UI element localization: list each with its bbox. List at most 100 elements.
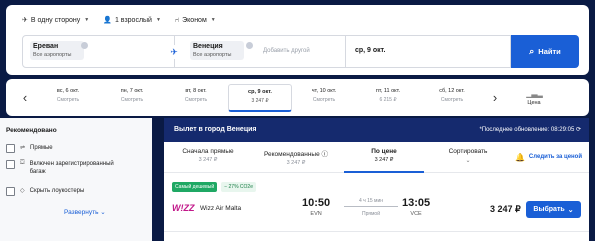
departure: 10:50 EVN (302, 197, 330, 217)
passengers-select[interactable]: 👤 1 взрослый ▼ (103, 16, 161, 25)
filter-lowcost[interactable]: ◇ Скрыть лоукостеры (6, 187, 84, 196)
filter-checkbox[interactable] (6, 187, 15, 196)
date-option[interactable]: пт, 11 окт. 6 215 ₽ (356, 84, 420, 112)
sort-dropdown[interactable]: Сортировать ⌄ (428, 142, 508, 172)
search-panel: ✈ В одну сторону ▼ 👤 1 взрослый ▼ ⑁ Экон… (6, 5, 589, 75)
airline-name: Wizz Air Malta (200, 205, 242, 212)
chevron-down-icon: ⌄ (465, 158, 471, 164)
expand-filters-link[interactable]: Развернуть ⌄ (64, 208, 106, 216)
date-option[interactable]: чт, 10 окт. Смотреть (292, 84, 356, 112)
sort-label: Сначала прямые (182, 148, 234, 155)
date-option[interactable]: вт, 8 окт. Смотреть (164, 84, 228, 112)
search-icon: ⌕ (529, 46, 535, 56)
date-option-price: Смотреть (312, 96, 336, 103)
date-option-date: чт, 10 окт. (311, 87, 337, 94)
sort-bar: Сначала прямые 3 247 ₽ Рекомендованные ⓘ… (164, 142, 589, 173)
cabin-class-label: Эконом (182, 16, 207, 24)
destination-airports: Все аэропорты (193, 52, 232, 58)
last-updated: *Последнее обновление: 08:29:05 ⟳ (479, 126, 581, 133)
route-line (344, 206, 398, 207)
passengers-label: 1 взрослый (114, 16, 152, 24)
choose-flight-button[interactable]: Выбрать ⌄ (526, 201, 581, 218)
sort-price: 3 247 ₽ (286, 160, 306, 166)
date-option-price: Смотреть (440, 96, 464, 103)
person-icon: 👤 (103, 17, 112, 24)
flight-duration: 4 ч 15 мин Прямой (344, 198, 398, 217)
filter-checkbox[interactable] (6, 144, 15, 153)
cheapest-badge: Самый дешевый (172, 182, 218, 192)
sort-label: Рекомендованные ⓘ (263, 151, 329, 158)
date-option-date: вт, 8 окт. (185, 87, 207, 94)
seat-icon: ⑁ (174, 16, 180, 24)
sort-direct-first[interactable]: Сначала прямые 3 247 ₽ (164, 142, 252, 172)
arrival-airport: VCE (410, 211, 422, 217)
price-graph-button[interactable]: ▁▃▂ Цена (514, 89, 554, 106)
search-options: ✈ В одну сторону ▼ 👤 1 взрослый ▼ ⑁ Экон… (22, 16, 216, 25)
date-option[interactable]: сб, 12 окт. Смотреть (420, 84, 484, 112)
track-price-label: Следить за ценой (528, 154, 583, 160)
track-price-button[interactable]: 🔔 Следить за ценой (508, 142, 589, 172)
duration-text: 4 ч 15 мин (358, 198, 384, 204)
flight-price: 3 247 ₽ (490, 204, 521, 214)
stops-text: Прямой (361, 211, 381, 217)
price-graph-label: Цена (527, 100, 541, 106)
date-value: ср, 9 окт. (355, 47, 386, 54)
add-destination-input[interactable]: Добавить другой (263, 48, 310, 54)
results-title: Вылет в город Венеция (174, 126, 257, 133)
filter-baggage[interactable]: ⛋ Включен зарегистрированный багаж (6, 160, 116, 176)
departure-airport: EVN (310, 211, 322, 217)
sort-by-price[interactable]: По цене 3 247 ₽ (340, 142, 428, 173)
chevron-down-icon: ⌄ (567, 206, 574, 214)
find-button[interactable]: ⌕ Найти (511, 35, 579, 68)
chevron-down-icon: ▼ (210, 17, 216, 23)
choose-label: Выбрать (533, 206, 565, 213)
sort-recommended[interactable]: Рекомендованные ⓘ 3 247 ₽ (252, 142, 340, 172)
cabin-class-select[interactable]: ⑁ Эконом ▼ (175, 16, 216, 24)
sort-price: 3 247 ₽ (374, 157, 394, 163)
plane-icon: ✈ (22, 17, 28, 24)
plane-icon: ✈ (170, 46, 178, 57)
filter-label: Прямые (30, 145, 53, 151)
filter-checkbox[interactable] (6, 160, 15, 169)
date-option-date: пн, 7 окт. (120, 87, 144, 94)
origin-chip[interactable]: Ереван Все аэропорты (30, 41, 85, 60)
date-option-date: пт, 11 окт. (375, 87, 401, 94)
origin-city: Ереван (33, 43, 59, 50)
destination-chip[interactable]: Венеция Все аэропорты (190, 41, 245, 60)
date-option[interactable]: пн, 7 окт. Смотреть (100, 84, 164, 112)
origin-field[interactable]: Ереван Все аэропорты (22, 35, 175, 68)
luggage-icon: ⛋ (20, 160, 25, 166)
airline-logo: W!ZZ (172, 203, 195, 213)
tag-icon: ◇ (20, 188, 25, 194)
date-option[interactable]: вс, 6 окт. Смотреть (36, 84, 100, 112)
co2-badge: − 27% CO2e (221, 182, 256, 192)
sort-dropdown-label: Сортировать (448, 148, 488, 155)
route-icon: ⇌ (20, 145, 26, 151)
date-option-selected[interactable]: ср, 9 окт. 3 247 ₽ (228, 83, 292, 112)
flight-card[interactable]: W!ZZ Wizz Air Malta 10:50 EVN 4 ч 15 мин… (172, 196, 581, 228)
trip-type-select[interactable]: ✈ В одну сторону ▼ (22, 16, 90, 25)
date-option-price: 3 247 ₽ (251, 97, 269, 104)
next-dates-button[interactable]: › (484, 90, 506, 105)
destination-field[interactable]: ✈ Венеция Все аэропорты Добавить другой (167, 35, 346, 68)
origin-airports: Все аэропорты (33, 52, 72, 58)
bell-icon: 🔔 (514, 152, 525, 162)
refresh-icon[interactable]: ⟳ (576, 127, 581, 133)
arrival-time: 13:05 (402, 197, 431, 209)
remove-origin-icon[interactable] (81, 42, 88, 49)
swap-route-button[interactable]: ✈ (167, 45, 181, 59)
filter-label: Скрыть лоукостеры (29, 188, 85, 194)
chevron-down-icon: ▼ (84, 17, 90, 23)
filters-panel: Рекомендовано ⇌ Прямые ⛋ Включен зарегис… (0, 118, 152, 241)
results-header: Вылет в город Венеция *Последнее обновле… (164, 118, 589, 142)
chevron-left-icon: ‹ (22, 90, 28, 105)
filter-direct[interactable]: ⇌ Прямые (6, 144, 53, 153)
date-option-date: сб, 12 окт. (439, 87, 465, 94)
prev-dates-button[interactable]: ‹ (14, 90, 36, 105)
departure-time: 10:50 (302, 197, 331, 209)
date-field[interactable]: ср, 9 окт. (346, 35, 511, 68)
trip-type-label: В одну сторону (30, 16, 81, 24)
date-carousel: ‹ вс, 6 окт. Смотреть пн, 7 окт. Смотрет… (6, 79, 589, 116)
remove-destination-icon[interactable] (246, 42, 253, 49)
flight-badges: Самый дешевый − 27% CO2e (172, 182, 256, 192)
